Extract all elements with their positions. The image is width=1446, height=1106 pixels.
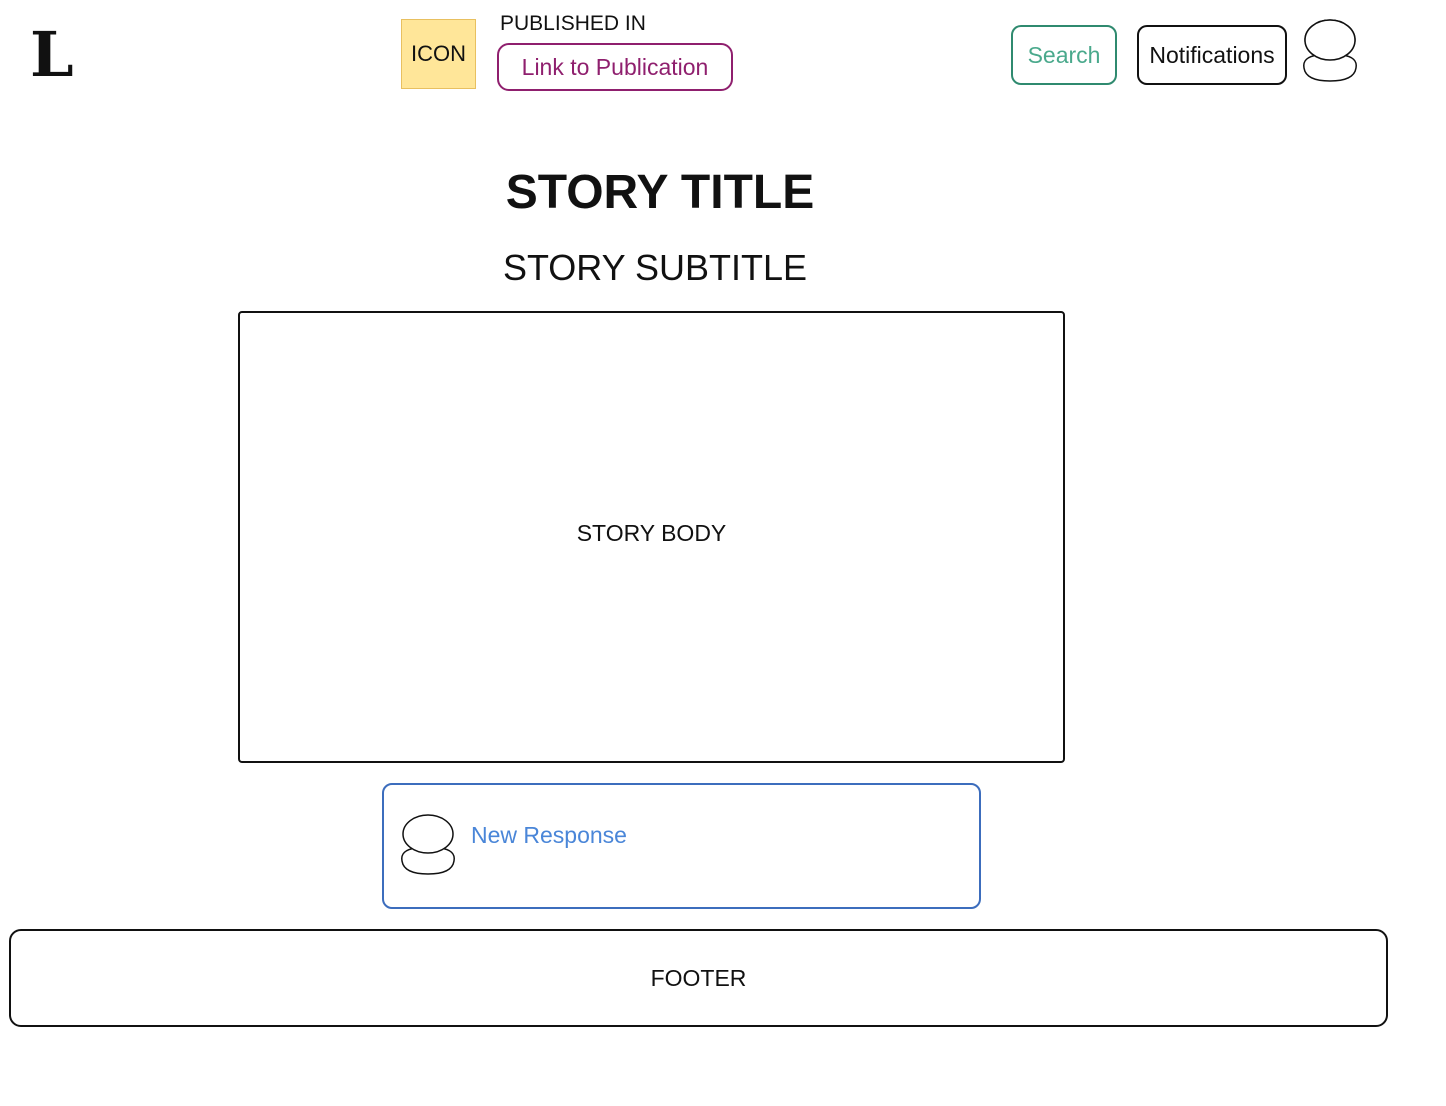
search-button[interactable]: Search	[1011, 25, 1117, 85]
new-response-link[interactable]: New Response	[471, 820, 627, 850]
footer-label: FOOTER	[650, 964, 747, 991]
published-in-label: PUBLISHED IN	[500, 12, 646, 35]
story-body-text: STORY BODY	[576, 519, 727, 546]
story-body: STORY BODY	[238, 311, 1065, 763]
publication-link-label: Link to Publication	[521, 53, 709, 80]
publication-icon-label: ICON	[411, 41, 466, 66]
publication-icon: ICON	[401, 19, 476, 89]
response-avatar-icon	[396, 812, 460, 878]
search-button-label: Search	[1027, 41, 1101, 68]
notifications-button[interactable]: Notifications	[1137, 25, 1287, 85]
story-title: STORY TITLE	[505, 166, 815, 219]
notifications-button-label: Notifications	[1149, 41, 1275, 68]
publication-link-button[interactable]: Link to Publication	[497, 43, 733, 91]
story-subtitle: STORY SUBTITLE	[502, 247, 808, 288]
site-logo[interactable]: L	[30, 20, 74, 90]
footer: FOOTER	[9, 929, 1388, 1027]
profile-avatar-icon[interactable]	[1298, 17, 1362, 85]
